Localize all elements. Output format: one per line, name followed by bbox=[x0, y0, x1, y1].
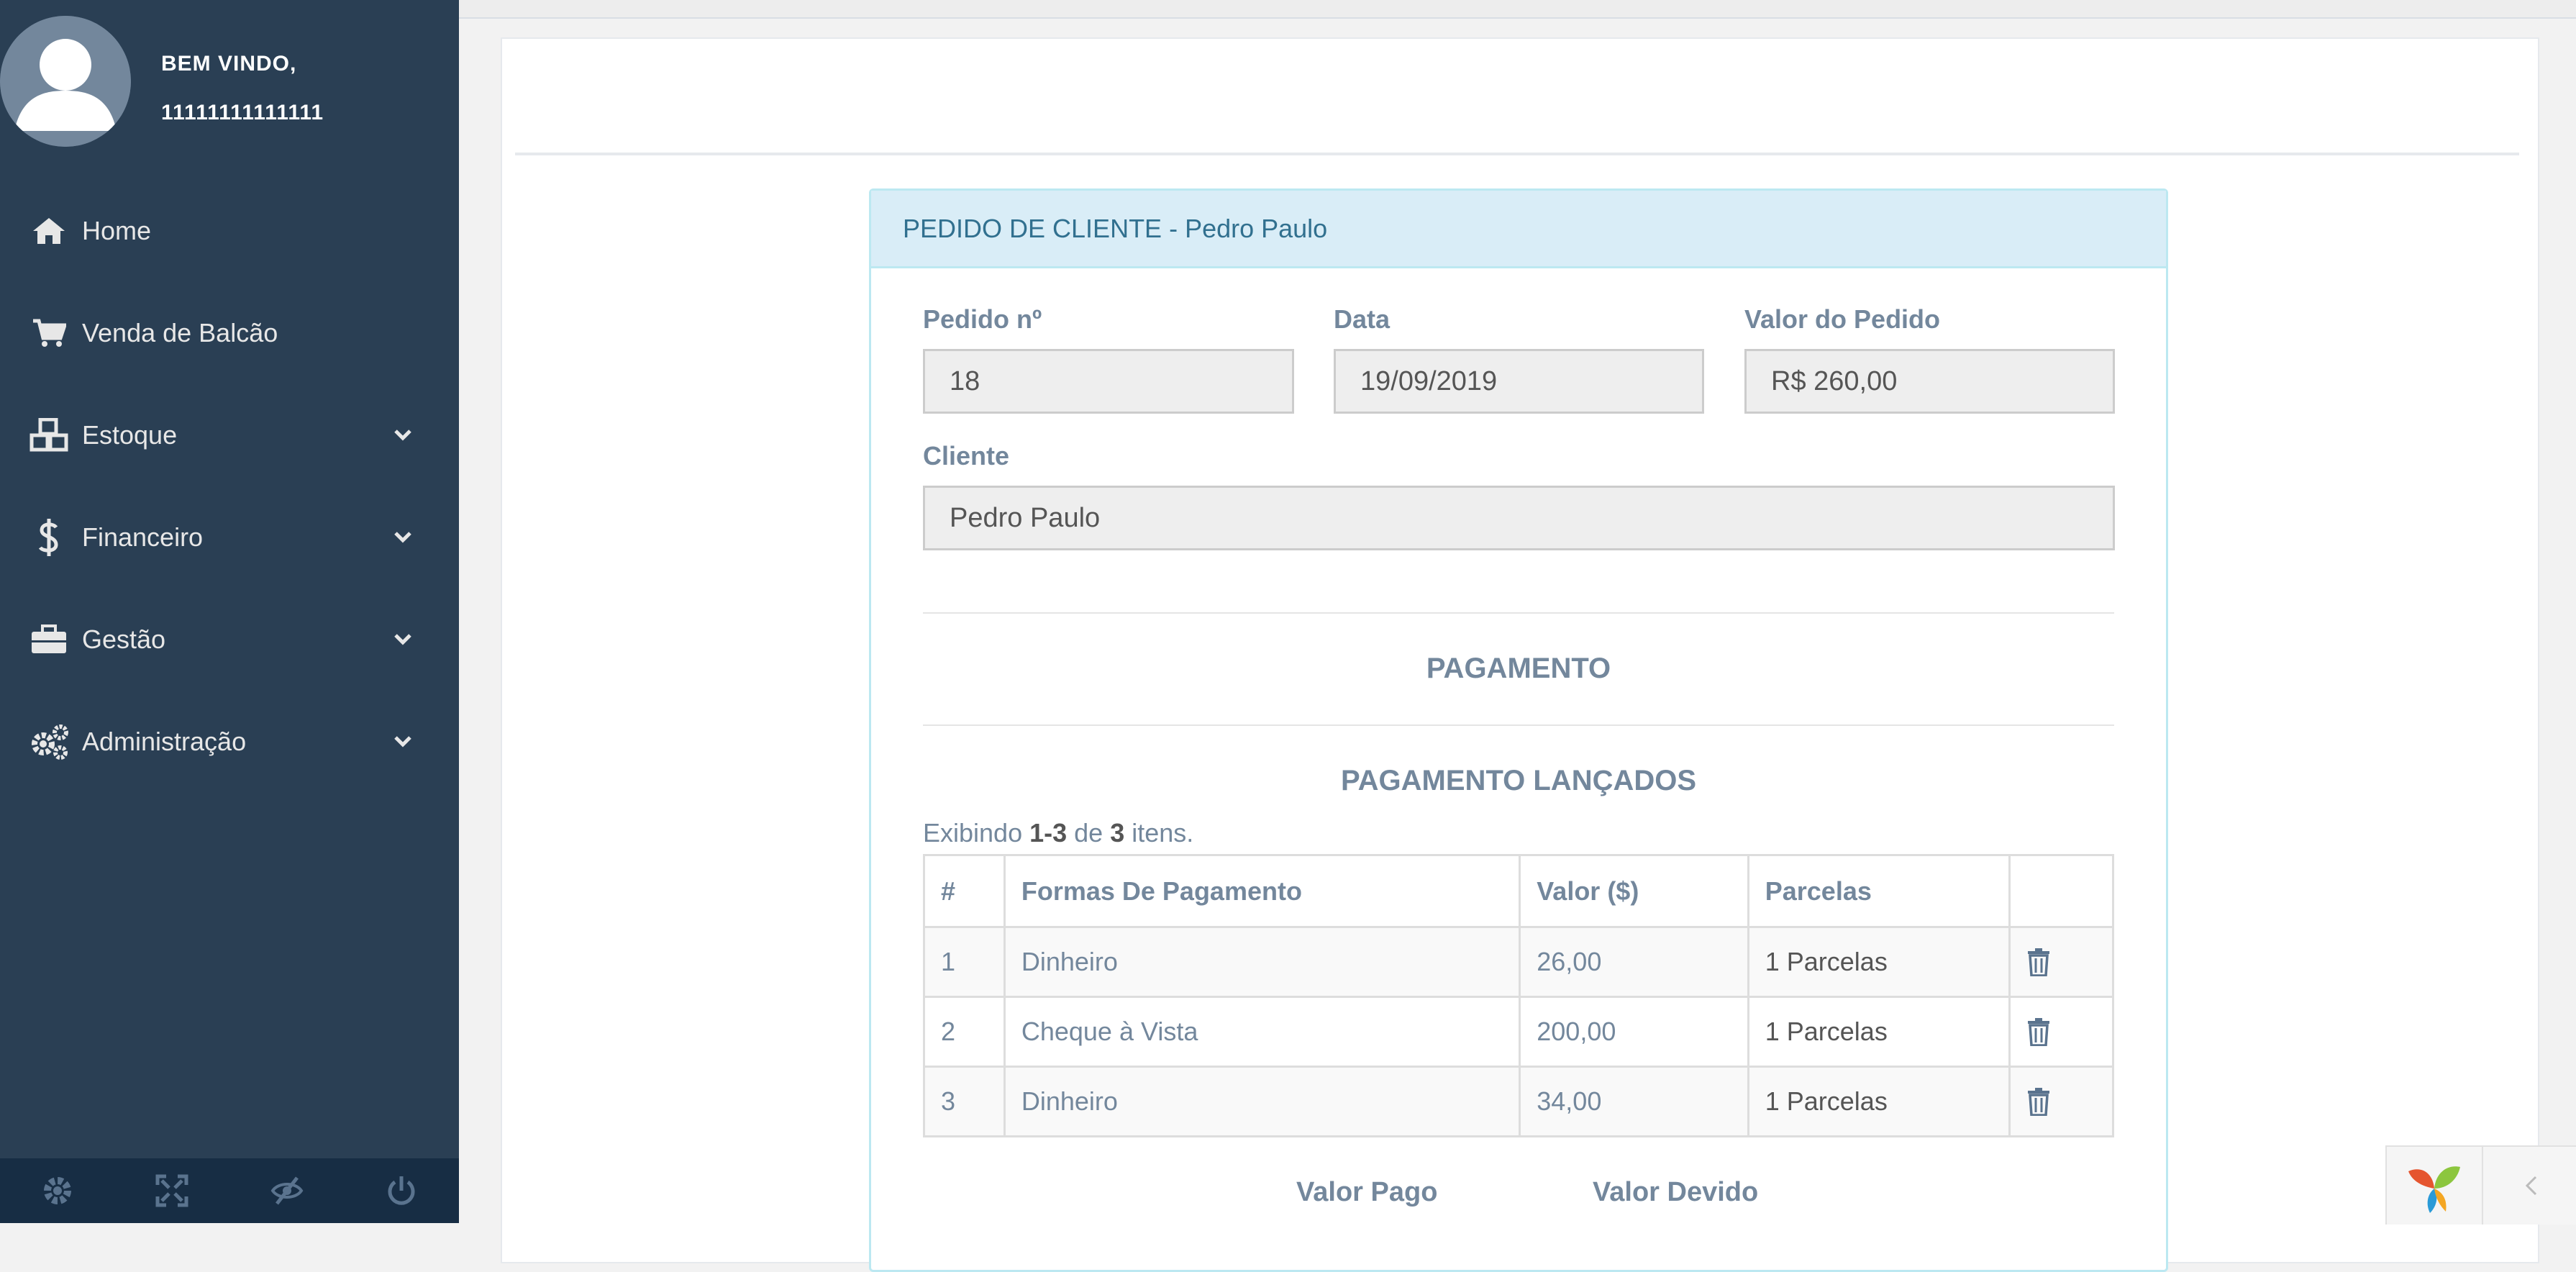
delete-button[interactable] bbox=[2008, 926, 2114, 998]
pagamento-title: PAGAMENTO bbox=[1426, 653, 1611, 684]
pedido-field[interactable]: 18 bbox=[923, 349, 1294, 414]
table-header-row: # Formas De Pagamento Valor ($) Parcelas bbox=[923, 854, 2114, 928]
fullscreen-button[interactable] bbox=[115, 1158, 230, 1223]
table-row: 3 Dinheiro 34,00 1 Parcelas bbox=[923, 1066, 2114, 1137]
settings-button[interactable] bbox=[0, 1158, 115, 1223]
cliente-field[interactable]: Pedro Paulo bbox=[923, 486, 2115, 550]
delete-button[interactable] bbox=[2008, 1066, 2114, 1137]
gears-icon bbox=[29, 722, 69, 762]
top-navigation bbox=[459, 0, 2576, 19]
home-icon bbox=[29, 211, 69, 251]
cell-number: 1 bbox=[923, 926, 1006, 998]
username: 11111111111111 bbox=[161, 101, 324, 124]
divider bbox=[923, 612, 2114, 614]
cell-parcelas: 1 Parcelas bbox=[1747, 1066, 2011, 1137]
summary-suffix: itens. bbox=[1132, 818, 1194, 848]
sidebar-item-label: Home bbox=[82, 216, 152, 245]
summary-prefix: Exibindo bbox=[923, 818, 1023, 848]
trash-icon bbox=[2028, 1018, 2050, 1046]
yii-logo-button[interactable] bbox=[2387, 1147, 2483, 1225]
delete-button[interactable] bbox=[2008, 996, 2114, 1068]
sidebar-item-home[interactable]: Home bbox=[0, 180, 459, 282]
cliente-label: Cliente bbox=[923, 441, 1010, 471]
order-card: PEDIDO DE CLIENTE - Pedro Paulo Pedido n… bbox=[869, 188, 2168, 1272]
debug-toolbar-toggle[interactable] bbox=[2483, 1147, 2576, 1225]
sidebar-item-administracao[interactable]: Administração bbox=[0, 691, 459, 793]
debug-toolbar bbox=[2385, 1145, 2576, 1225]
valor-devido-label: Valor Devido bbox=[1593, 1177, 1759, 1207]
chevron-down-icon bbox=[390, 627, 416, 653]
settings-icon bbox=[43, 1177, 71, 1204]
sidebar-item-label: Estoque bbox=[82, 420, 178, 450]
user-avatar-icon bbox=[0, 16, 131, 147]
column-header-forma[interactable]: Formas De Pagamento bbox=[1003, 854, 1521, 928]
cell-valor: 26,00 bbox=[1519, 926, 1749, 998]
cell-parcelas: 1 Parcelas bbox=[1747, 996, 2011, 1068]
fullscreen-icon bbox=[155, 1174, 188, 1207]
lock-screen-button[interactable] bbox=[229, 1158, 345, 1223]
table-row: 1 Dinheiro 26,00 1 Parcelas bbox=[923, 926, 2114, 998]
power-icon bbox=[388, 1176, 415, 1205]
column-header-number[interactable]: # bbox=[923, 854, 1006, 928]
sidebar: BEM VINDO, 11111111111111 Home Venda de … bbox=[0, 0, 459, 1223]
cell-forma: Cheque à Vista bbox=[1003, 996, 1521, 1068]
cell-number: 3 bbox=[923, 1066, 1006, 1137]
summary-range: 1-3 bbox=[1029, 818, 1068, 848]
pedido-label: Pedido nº bbox=[923, 304, 1042, 334]
sidebar-menu: Home Venda de Balcão Estoque Financeiro bbox=[0, 180, 459, 793]
valor-pedido-label: Valor do Pedido bbox=[1744, 304, 1941, 334]
divider bbox=[923, 724, 2114, 726]
welcome-text: BEM VINDO, bbox=[161, 52, 297, 76]
logout-button[interactable] bbox=[345, 1158, 460, 1223]
cubes-icon bbox=[29, 415, 69, 455]
panel-divider bbox=[515, 153, 2519, 155]
cell-forma: Dinheiro bbox=[1003, 926, 1521, 998]
summary-total: 3 bbox=[1110, 818, 1125, 848]
card-heading: PEDIDO DE CLIENTE - Pedro Paulo bbox=[871, 191, 2166, 268]
cell-valor: 200,00 bbox=[1519, 996, 1749, 1068]
sidebar-item-label: Venda de Balcão bbox=[82, 318, 278, 347]
trash-icon bbox=[2028, 948, 2050, 976]
payments-table: # Formas De Pagamento Valor ($) Parcelas… bbox=[923, 854, 2114, 1137]
sidebar-item-label: Gestão bbox=[82, 624, 166, 654]
chevron-left-icon bbox=[2525, 1176, 2536, 1196]
column-header-parcelas[interactable]: Parcelas bbox=[1747, 854, 2011, 928]
briefcase-icon bbox=[29, 619, 69, 660]
chevron-down-icon bbox=[390, 422, 416, 448]
sidebar-item-financeiro[interactable]: Financeiro bbox=[0, 486, 459, 589]
column-header-actions bbox=[2008, 854, 2114, 928]
cell-number: 2 bbox=[923, 996, 1006, 1068]
grid-summary: Exibindo 1-3 de 3 itens. bbox=[923, 818, 1193, 848]
sidebar-item-estoque[interactable]: Estoque bbox=[0, 384, 459, 486]
yii-logo-icon bbox=[2408, 1166, 2460, 1213]
cell-parcelas: 1 Parcelas bbox=[1747, 926, 2011, 998]
data-label: Data bbox=[1334, 304, 1391, 334]
table-row: 2 Cheque à Vista 200,00 1 Parcelas bbox=[923, 996, 2114, 1068]
data-field[interactable]: 19/09/2019 bbox=[1334, 349, 1704, 414]
valor-pago-label: Valor Pago bbox=[1296, 1177, 1438, 1207]
sidebar-item-venda-balcao[interactable]: Venda de Balcão bbox=[0, 282, 459, 384]
chevron-down-icon bbox=[390, 524, 416, 550]
column-header-valor[interactable]: Valor ($) bbox=[1519, 854, 1749, 928]
sidebar-item-label: Administração bbox=[82, 727, 247, 756]
chevron-down-icon bbox=[390, 729, 416, 755]
trash-icon bbox=[2028, 1088, 2050, 1116]
pagamento-lancados-title: PAGAMENTO LANÇADOS bbox=[1340, 765, 1697, 796]
sidebar-footer bbox=[0, 1158, 459, 1223]
cell-forma: Dinheiro bbox=[1003, 1066, 1521, 1137]
valor-pedido-field[interactable]: R$ 260,00 bbox=[1744, 349, 2115, 414]
sidebar-item-gestao[interactable]: Gestão bbox=[0, 589, 459, 691]
dollar-icon bbox=[29, 517, 69, 558]
sidebar-item-label: Financeiro bbox=[82, 522, 204, 552]
cell-valor: 34,00 bbox=[1519, 1066, 1749, 1137]
eye-slash-icon bbox=[270, 1176, 304, 1205]
avatar bbox=[0, 16, 131, 147]
summary-middle: de bbox=[1074, 818, 1103, 848]
cart-icon bbox=[29, 313, 69, 353]
